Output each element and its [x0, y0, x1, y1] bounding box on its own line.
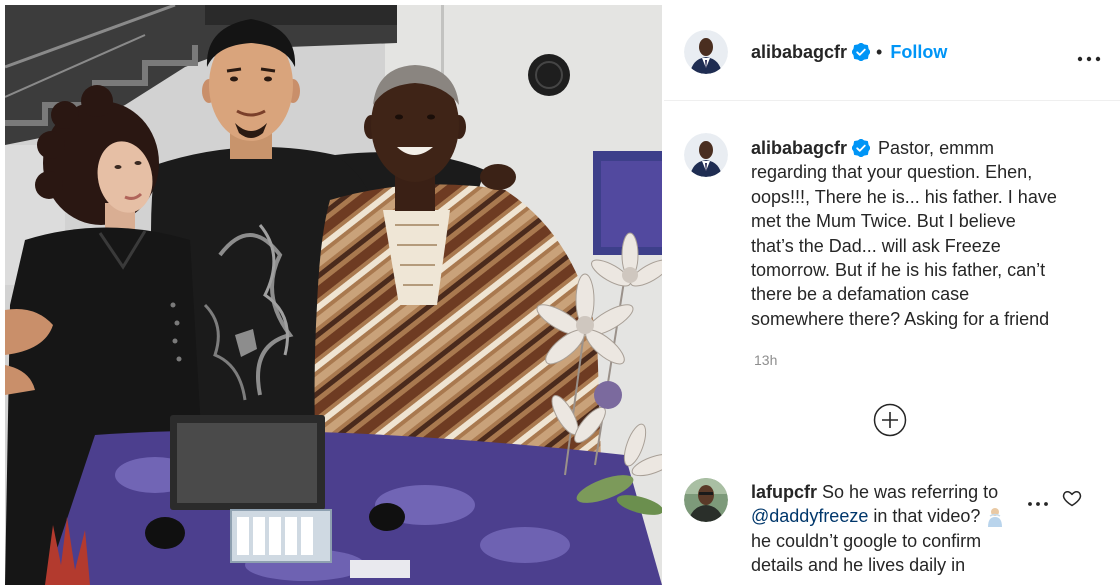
mention-link[interactable]: @daddyfreeze	[751, 504, 868, 528]
comment-text: details and he lives daily in	[751, 555, 966, 576]
comment-line: he couldn’t google to confirm	[751, 529, 1004, 553]
separator-dot: •	[876, 42, 883, 62]
caption-text: met the Mum Twice. But I believe	[751, 211, 1016, 232]
caption-text: oops!!!, There he is... his father. I ha…	[751, 186, 1057, 207]
post-photo	[5, 5, 662, 585]
comment-line: lafupcfr So he was referring to	[751, 480, 1004, 504]
more-options-icon[interactable]	[1077, 49, 1101, 67]
comment-avatar[interactable]	[684, 478, 728, 522]
caption-line: regarding that your question. Ehen,	[751, 160, 1057, 184]
comment-username[interactable]: lafupcfr	[751, 480, 817, 504]
caption-timestamp[interactable]: 13h	[754, 351, 777, 369]
comment-more-icon[interactable]	[1027, 494, 1049, 512]
caption-line: met the Mum Twice. But I believe	[751, 209, 1057, 233]
heart-outline-icon[interactable]	[1062, 488, 1082, 513]
caption-username[interactable]: alibabagcfr	[751, 136, 847, 160]
caption-text: tomorrow. But if he is his father, can’t	[751, 259, 1046, 280]
comment-line: @daddyfreeze in that video?	[751, 504, 1004, 528]
author-username[interactable]: alibabagcfr	[751, 40, 847, 64]
caption-text: that’s the Dad... will ask Freeze	[751, 235, 1001, 256]
caption-line: somewhere there? Asking for a friend	[751, 307, 1057, 331]
comment-item: lafupcfr So he was referring to @daddyfr…	[751, 480, 1004, 578]
comment-line: details and he lives daily in	[751, 553, 1004, 577]
caption-avatar[interactable]	[684, 133, 728, 177]
plus-circle-icon[interactable]	[873, 403, 907, 442]
post-header-row: alibabagcfr • Follow	[751, 40, 947, 64]
verified-badge-icon	[852, 139, 871, 158]
caption-text: somewhere there? Asking for a friend	[751, 308, 1050, 329]
comment-text: So he was referring to	[822, 482, 999, 502]
comment-text: in that video?	[873, 506, 981, 527]
caption-line: there be a defamation case	[751, 282, 1057, 306]
post-side-panel: alibabagcfr • Follow alibabagcfr Pastor,…	[664, 0, 1120, 588]
caption-line: tomorrow. But if he is his father, can’t	[751, 258, 1057, 282]
caption-text: Pastor, emmm	[878, 138, 995, 158]
verified-badge-icon	[852, 43, 871, 62]
caption-line: alibabagcfr Pastor, emmm	[751, 136, 1057, 160]
caption-line: oops!!!, There he is... his father. I ha…	[751, 185, 1057, 209]
caption-text: regarding that your question. Ehen,	[751, 162, 1033, 183]
post-photo-image	[5, 5, 662, 585]
caption-text: there be a defamation case	[751, 284, 970, 305]
person-emoji-icon	[986, 507, 1004, 527]
caption: alibabagcfr Pastor, emmm regarding that …	[751, 136, 1057, 331]
author-avatar[interactable]	[684, 30, 728, 74]
comment-text: he couldn’t google to confirm	[751, 530, 982, 551]
header-divider	[664, 100, 1120, 101]
caption-line: that’s the Dad... will ask Freeze	[751, 234, 1057, 258]
follow-button[interactable]: Follow	[890, 40, 947, 64]
